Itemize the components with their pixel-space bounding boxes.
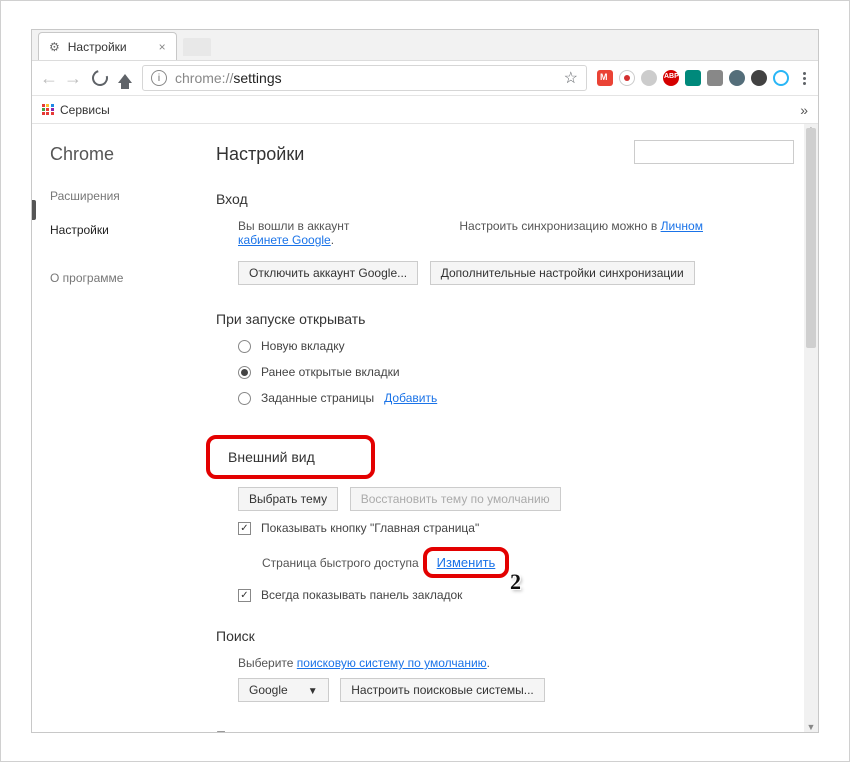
- ext-icon[interactable]: [751, 70, 767, 86]
- apps-shortcut[interactable]: Сервисы: [42, 103, 110, 117]
- tab-strip: ⚙ Настройки ×: [32, 30, 818, 60]
- gear-icon: ⚙: [49, 40, 60, 54]
- change-homepage-link[interactable]: Изменить: [437, 555, 496, 570]
- scroll-down-icon[interactable]: ▼: [806, 722, 816, 732]
- scrollbar[interactable]: ▲ ▼: [804, 124, 818, 732]
- annotation-highlight-2: Изменить: [423, 547, 510, 578]
- startup-radio-newtab[interactable]: Новую вкладку: [238, 339, 794, 353]
- section-appearance-heading: Внешний вид: [228, 449, 315, 465]
- ext-icon[interactable]: [707, 70, 723, 86]
- reset-theme-button: Восстановить тему по умолчанию: [350, 487, 561, 511]
- section-search-heading: Поиск: [216, 628, 794, 644]
- site-info-icon[interactable]: i: [151, 70, 167, 86]
- sync-advanced-button[interactable]: Дополнительные настройки синхронизации: [430, 261, 695, 285]
- settings-search-input[interactable]: [634, 140, 794, 164]
- sync-text: Настроить синхронизацию можно в Личном: [459, 219, 703, 247]
- apps-grid-icon: [42, 104, 54, 116]
- url-host: chrome://settings: [175, 70, 282, 86]
- extension-icons: M ABP: [597, 70, 789, 86]
- ext-icon[interactable]: [641, 70, 657, 86]
- disconnect-button[interactable]: Отключить аккаунт Google...: [238, 261, 418, 285]
- sidebar-item-about[interactable]: О программе: [50, 271, 192, 285]
- ext-icon[interactable]: [619, 70, 635, 86]
- startup-add-link[interactable]: Добавить: [384, 391, 437, 405]
- apps-label: Сервисы: [60, 103, 110, 117]
- settings-sidebar: Chrome Расширения Настройки О программе: [32, 124, 192, 732]
- ext-icon[interactable]: M: [597, 70, 613, 86]
- address-bar[interactable]: i chrome://settings ☆: [142, 65, 587, 91]
- sidebar-item-settings[interactable]: Настройки: [50, 223, 192, 237]
- ext-icon[interactable]: [773, 70, 789, 86]
- search-desc: Выберите поисковую систему по умолчанию.: [238, 656, 794, 670]
- choose-theme-button[interactable]: Выбрать тему: [238, 487, 338, 511]
- annotation-highlight-1: Внешний вид: [206, 435, 375, 479]
- personal-link[interactable]: Личном: [661, 219, 703, 233]
- ext-icon[interactable]: [729, 70, 745, 86]
- quick-access-label: Страница быстрого доступа: [262, 556, 419, 570]
- startup-radio-pages[interactable]: Заданные страницы Добавить: [238, 391, 794, 405]
- ext-icon[interactable]: ABP: [663, 70, 679, 86]
- forward-icon[interactable]: →: [64, 68, 82, 89]
- tab-settings[interactable]: ⚙ Настройки ×: [38, 32, 177, 60]
- sidebar-title: Chrome: [50, 144, 192, 165]
- signin-text: Вы вошли в аккаунт кабинете Google.: [238, 219, 349, 247]
- chrome-menu-icon[interactable]: [799, 72, 810, 85]
- scroll-thumb[interactable]: [806, 128, 816, 348]
- new-tab-button[interactable]: [183, 38, 211, 56]
- section-users-heading: Пользователи: [216, 728, 794, 732]
- bookmark-star-icon[interactable]: ☆: [564, 68, 578, 88]
- toolbar: ← → i chrome://settings ☆ M ABP: [32, 60, 818, 96]
- ext-icon[interactable]: [685, 70, 701, 86]
- google-account-link[interactable]: кабинете Google: [238, 233, 331, 247]
- startup-radio-continue[interactable]: Ранее открытые вкладки: [238, 365, 794, 379]
- bookmarks-overflow[interactable]: »: [800, 102, 808, 118]
- manage-search-button[interactable]: Настроить поисковые системы...: [340, 678, 545, 702]
- settings-main: Настройки Вход Вы вошли в аккаунт кабине…: [192, 124, 818, 732]
- annotation-badge-2: 2: [510, 569, 521, 595]
- default-search-link[interactable]: поисковую систему по умолчанию: [297, 656, 487, 670]
- reload-icon[interactable]: [89, 67, 111, 89]
- section-startup-heading: При запуске открывать: [216, 311, 794, 327]
- home-icon[interactable]: [118, 74, 132, 83]
- bookmarks-bar: Сервисы »: [32, 96, 818, 124]
- sidebar-item-extensions[interactable]: Расширения: [50, 189, 192, 203]
- back-icon[interactable]: ←: [40, 68, 58, 89]
- search-engine-select[interactable]: Google▼: [238, 678, 329, 702]
- show-home-checkbox[interactable]: Показывать кнопку "Главная страница": [238, 521, 794, 535]
- close-tab-icon[interactable]: ×: [159, 40, 166, 54]
- tab-title: Настройки: [68, 40, 127, 54]
- section-signin-heading: Вход: [216, 191, 794, 207]
